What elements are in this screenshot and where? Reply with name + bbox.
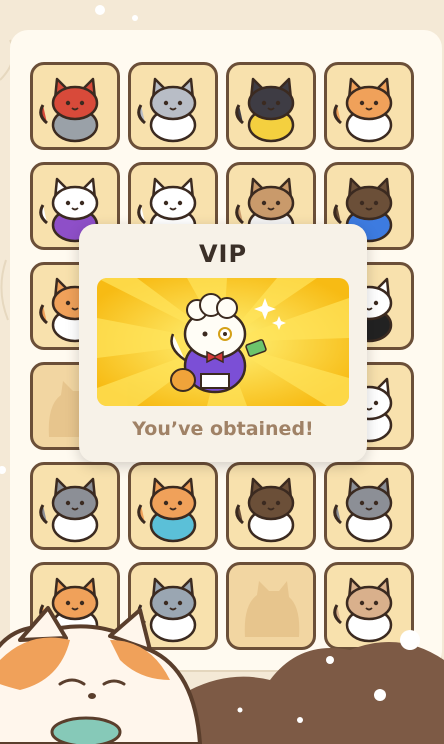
sleeping-cat-icon [0,606,203,744]
reward-dialog[interactable]: VIP You’ve obtained! [79,224,367,462]
cat-card[interactable] [324,462,414,550]
reward-image [97,278,349,406]
cat-card[interactable] [30,62,120,150]
cat-icon [39,477,99,543]
cat-icon [39,77,99,143]
cat-icon [235,477,295,543]
obtained-message: You’ve obtained! [132,418,314,440]
cat-icon [137,477,197,543]
cat-icon [137,77,197,143]
cat-card[interactable] [128,62,218,150]
cat-icon [333,477,393,543]
cat-card[interactable] [226,62,316,150]
cat-icon [333,77,393,143]
cat-card[interactable] [226,462,316,550]
dialog-title: VIP [198,240,248,268]
cat-icon [235,77,295,143]
cat-card[interactable] [128,462,218,550]
vip-rich-cat-icon [97,278,349,406]
cat-card[interactable] [30,462,120,550]
bottom-decoration [0,606,444,744]
cat-card[interactable] [324,62,414,150]
